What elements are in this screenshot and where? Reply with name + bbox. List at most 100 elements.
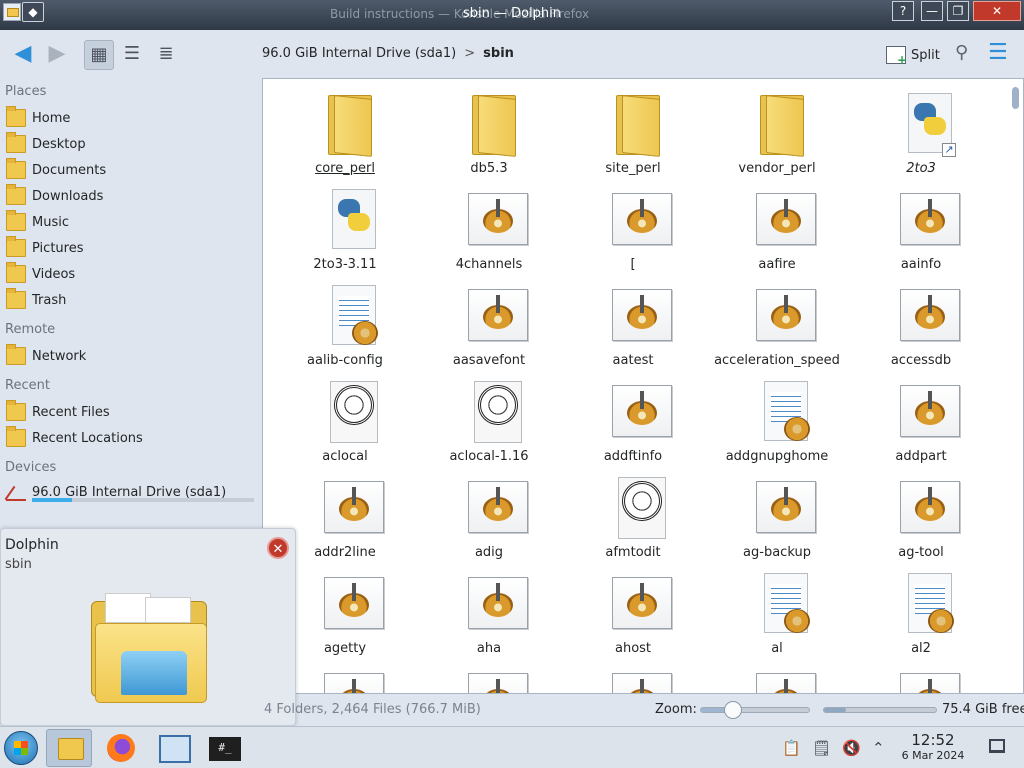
file-item[interactable]: 4channels [417, 181, 561, 277]
file-item[interactable]: 2to3-3.11 [273, 181, 417, 277]
sidebar-item-network[interactable]: Network [6, 344, 86, 366]
file-item[interactable]: addgnupghome [705, 373, 849, 469]
clock-date[interactable]: 6 Mar 2024 [888, 749, 978, 762]
file-item[interactable]: aafire [705, 181, 849, 277]
split-button[interactable]: Split [886, 43, 940, 67]
file-item[interactable]: ahost [561, 565, 705, 661]
executable-icon [898, 381, 962, 445]
notification-popup[interactable]: Dolphin sbin ✕ [0, 528, 296, 726]
file-item[interactable] [849, 661, 993, 693]
file-item[interactable]: aainfo [849, 181, 993, 277]
file-view[interactable]: core_perl db5.3 site_perl vendor_perl ↗ 2to3 2… [262, 78, 1024, 694]
sidebar-item-documents[interactable]: Documents [6, 158, 106, 180]
chevron-up-icon[interactable]: ⌃ [872, 739, 885, 757]
hamburger-menu-button[interactable]: ☰ [988, 40, 1008, 65]
folder-item[interactable]: site_perl [561, 85, 705, 181]
sidebar-item-pictures[interactable]: Pictures [6, 236, 83, 258]
scrollbar-thumb[interactable] [1012, 87, 1019, 109]
taskbar-dolphin[interactable] [46, 729, 92, 767]
show-desktop-button[interactable] [989, 739, 1005, 753]
file-item[interactable]: aalib-config [273, 277, 417, 373]
folder-icon [466, 93, 530, 157]
zoom-label: Zoom: [655, 702, 697, 717]
file-item[interactable]: ag-backup [705, 469, 849, 565]
close-button[interactable]: ✕ [973, 1, 1021, 21]
sidebar-item-label: Music [32, 214, 69, 230]
application-launcher-button[interactable] [4, 731, 38, 765]
file-item[interactable]: adig [417, 469, 561, 565]
sidebar-item-recent-locations[interactable]: Recent Locations [6, 426, 143, 448]
notes-tray-icon[interactable]: 🗒 [812, 739, 831, 757]
details-view-button[interactable]: ≣ [151, 40, 181, 70]
executable-icon [610, 573, 674, 637]
executable-icon [466, 285, 530, 349]
clock-time[interactable]: 12:52 [898, 731, 968, 749]
file-item[interactable] [705, 661, 849, 693]
sidebar-item-trash[interactable]: Trash [6, 288, 67, 310]
sidebar-item-recent-files[interactable]: Recent Files [6, 400, 110, 422]
file-name: afmtodit [605, 545, 661, 560]
recent-locations-icon [6, 426, 26, 447]
file-item[interactable]: aha [417, 565, 561, 661]
file-name: aafire [758, 257, 796, 272]
sidebar-item-videos[interactable]: Videos [6, 262, 75, 284]
file-name: aclocal [322, 449, 368, 464]
sidebar-item-downloads[interactable]: Downloads [6, 184, 103, 206]
folder-item[interactable]: db5.3 [417, 85, 561, 181]
maximize-button[interactable]: ❐ [947, 1, 969, 21]
taskbar-konqueror[interactable] [150, 729, 196, 767]
notification-close-button[interactable]: ✕ [267, 537, 289, 559]
sidebar-item-desktop[interactable]: Desktop [6, 132, 86, 154]
file-item[interactable]: accessdb [849, 277, 993, 373]
file-item[interactable]: ↗ 2to3 [849, 85, 993, 181]
file-item[interactable]: acceleration_speed [705, 277, 849, 373]
arrow-left-icon: ◀ [14, 41, 32, 66]
file-item[interactable]: addpart [849, 373, 993, 469]
sidebar-item-home[interactable]: Home [6, 106, 70, 128]
breadcrumb-drive[interactable]: 96.0 GiB Internal Drive (sda1) [262, 46, 456, 61]
executable-icon [754, 669, 818, 693]
search-icon: ⚲ [955, 42, 969, 63]
sidebar-item-label: Desktop [32, 136, 86, 152]
help-button[interactable]: ? [892, 1, 914, 21]
executable-icon [898, 477, 962, 541]
executable-icon [610, 381, 674, 445]
icons-view-button[interactable]: ▦ [84, 40, 114, 70]
file-item[interactable]: aatest [561, 277, 705, 373]
compact-view-button[interactable]: ☰ [117, 40, 147, 70]
hamburger-icon: ☰ [988, 40, 1008, 65]
home-folder-icon [6, 106, 26, 127]
file-item[interactable] [561, 661, 705, 693]
back-button[interactable]: ◀ [8, 42, 38, 68]
file-item[interactable]: ag-tool [849, 469, 993, 565]
file-item[interactable]: addftinfo [561, 373, 705, 469]
file-item[interactable]: al [705, 565, 849, 661]
clipboard-tray-icon[interactable]: 📋 [782, 739, 801, 757]
zoom-slider[interactable] [700, 701, 810, 719]
vertical-scrollbar[interactable] [1011, 81, 1021, 693]
zoom-slider-handle[interactable] [724, 701, 743, 719]
sidebar-item-label: Trash [32, 292, 67, 308]
notification-title: Dolphin [5, 537, 59, 553]
file-item[interactable]: al2 [849, 565, 993, 661]
folder-item[interactable]: core_perl [273, 85, 417, 181]
file-item[interactable]: aasavefont [417, 277, 561, 373]
sidebar-item-music[interactable]: Music [6, 210, 69, 232]
search-button[interactable]: ⚲ [955, 42, 968, 63]
taskbar-firefox[interactable] [98, 729, 144, 767]
file-item[interactable]: afmtodit [561, 469, 705, 565]
executable-icon [322, 573, 386, 637]
forward-button[interactable]: ▶ [42, 42, 72, 68]
folder-item[interactable]: vendor_perl [705, 85, 849, 181]
file-name: ag-tool [898, 545, 944, 560]
file-item[interactable]: aclocal [273, 373, 417, 469]
network-folder-icon [6, 344, 26, 365]
file-item[interactable]: [ [561, 181, 705, 277]
breadcrumb-current[interactable]: sbin [483, 46, 514, 61]
file-item[interactable]: aclocal-1.16 [417, 373, 561, 469]
file-item[interactable] [417, 661, 561, 693]
taskbar-konsole[interactable] [202, 729, 248, 767]
volume-muted-icon[interactable]: 🔇 [842, 739, 861, 757]
minimize-button[interactable]: — [921, 1, 943, 21]
perl-script-icon [610, 477, 674, 541]
